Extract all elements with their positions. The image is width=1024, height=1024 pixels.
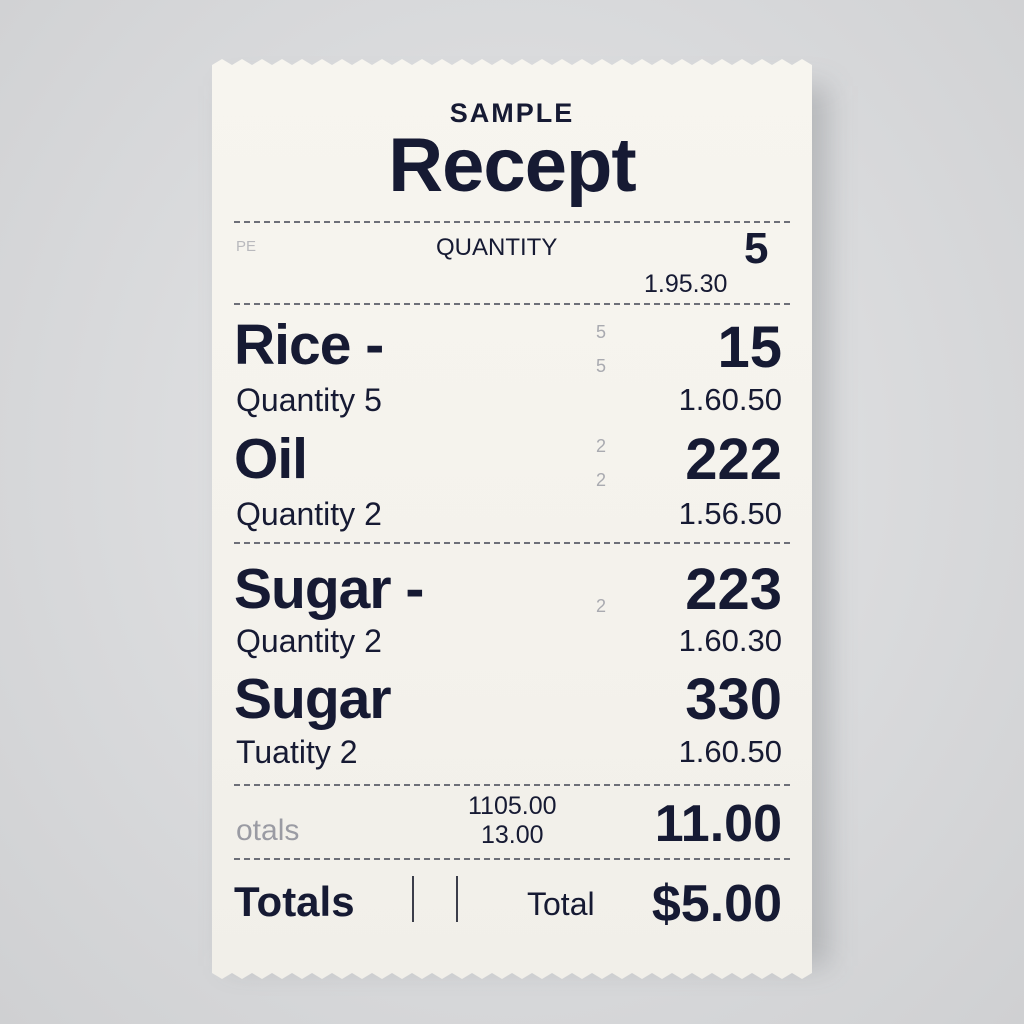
item-amount: 222 (685, 427, 782, 492)
separator-bar (412, 876, 414, 922)
header-left-fragment: PE (236, 238, 257, 255)
divider (234, 784, 790, 786)
receipt-torn-edge-bottom (212, 967, 812, 979)
item-price: 1.60.50 (678, 734, 782, 769)
header-quantity-label: QUANTITY (436, 234, 558, 261)
item-faint-digit: 2 (596, 470, 607, 490)
item-faint-digit: 2 (596, 436, 607, 456)
item-amount: 15 (717, 315, 782, 380)
item-price: 1.60.30 (678, 623, 782, 658)
receipt: SAMPLE Recept PE QUANTITY 5 1.95.30 Rice… (212, 59, 812, 979)
receipt-title: Recept (388, 123, 636, 208)
item-quantity: Quantity 2 (236, 623, 382, 659)
item-name: Oil (234, 427, 308, 491)
subtotal-line-2: 13.00 (480, 821, 544, 849)
subtotal-amounts: 1105.00 13.00 (468, 792, 557, 850)
item-name: Rice - (234, 313, 384, 377)
total-label: Total (527, 886, 595, 922)
item-quantity: Quantity 5 (236, 382, 382, 418)
header-price: 1.95.30 (644, 270, 728, 298)
item-amount: 223 (685, 557, 782, 622)
item-quantity: Tuatity 2 (236, 734, 358, 770)
divider (234, 858, 790, 860)
totals-label: Totals (234, 878, 355, 925)
subtotal-line-1: 1105.00 (468, 792, 557, 820)
item-name: Sugar - (234, 557, 424, 621)
item-price: 1.56.50 (678, 496, 782, 531)
item-price: 1.60.50 (678, 382, 782, 417)
divider (234, 542, 790, 544)
subtotal-label: otals (236, 814, 300, 847)
divider (234, 303, 790, 305)
separator-bar (456, 876, 458, 922)
grand-total-amount: $5.00 (651, 875, 782, 933)
item-faint-digit: 5 (596, 322, 607, 342)
divider (234, 221, 790, 223)
subtotal-amount: 11.00 (654, 795, 782, 853)
item-faint-digit: 5 (596, 356, 607, 376)
item-amount: 330 (685, 667, 782, 732)
item-quantity: Quantity 2 (236, 496, 382, 532)
receipt-torn-edge-top (212, 59, 812, 71)
item-faint-digit: 2 (596, 596, 607, 616)
header-number: 5 (744, 224, 769, 273)
item-name: Sugar (234, 667, 392, 731)
